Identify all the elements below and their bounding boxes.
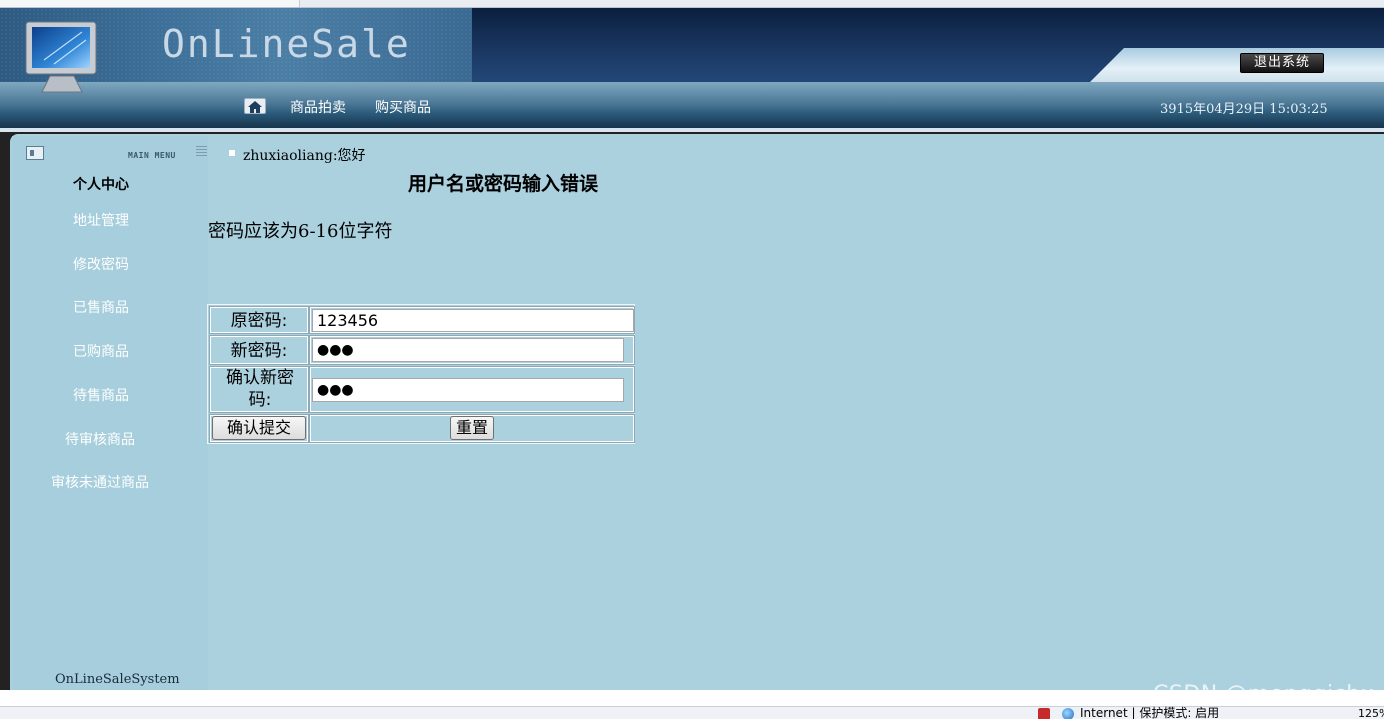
top-nav-bar: 商品拍卖 购买商品 3915年04月29日 15:03:25 xyxy=(0,82,1384,128)
sidebar-item-sold[interactable]: 已售商品 xyxy=(73,297,129,317)
logout-panel xyxy=(1090,48,1384,82)
sidebar-item-for-sale[interactable]: 待售商品 xyxy=(73,385,129,405)
bullet-icon xyxy=(229,150,235,156)
security-icon xyxy=(1038,708,1050,719)
nav-buy-link[interactable]: 购买商品 xyxy=(375,97,431,117)
new-password-input[interactable]: ●●● xyxy=(312,338,624,362)
browser-status-bar: Internet | 保护模式: 启用 125% xyxy=(0,706,1384,719)
old-password-input[interactable]: 123456 xyxy=(312,309,634,332)
menu-lines-icon xyxy=(196,146,207,158)
reset-button[interactable]: 重置 xyxy=(450,416,494,440)
site-header: OnLineSale 退出系统 商品拍卖 购买商品 3915年04月29日 15… xyxy=(0,8,1384,128)
zoom-level[interactable]: 125% xyxy=(1358,707,1384,719)
zone-status-text: Internet | 保护模式: 启用 xyxy=(1080,706,1220,719)
browser-tab-strip xyxy=(0,0,1384,8)
browser-window: OnLineSale 退出系统 商品拍卖 购买商品 3915年04月29日 15… xyxy=(0,0,1384,719)
error-title: 用户名或密码输入错误 xyxy=(408,173,599,195)
confirm-password-label-line1: 确认新密 xyxy=(226,368,294,388)
monitor-icon xyxy=(25,21,97,93)
sidebar-item-address[interactable]: 地址管理 xyxy=(73,210,129,230)
csdn-watermark: CSDN @mengqichx xyxy=(1153,682,1375,707)
confirm-password-label-line2: 码: xyxy=(248,390,272,410)
main-menu-caption: MAIN MENU xyxy=(128,151,176,160)
old-password-label: 原密码: xyxy=(209,306,309,334)
new-password-label: 新密码: xyxy=(209,335,309,365)
change-password-form: 原密码: 123456 新密码: ●●● 确认新密 码: ●●● 确认提交 重置 xyxy=(207,304,635,444)
submit-button[interactable]: 确认提交 xyxy=(212,416,306,440)
logout-button[interactable]: 退出系统 xyxy=(1240,53,1324,73)
sidebar-item-bought[interactable]: 已购商品 xyxy=(73,341,129,361)
sidebar-footer: OnLineSaleSystem xyxy=(55,672,180,687)
sidebar-item-change-password[interactable]: 修改密码 xyxy=(73,254,129,274)
sidebar-item-pending-review[interactable]: 待审核商品 xyxy=(65,429,135,449)
sidebar-item-review-rejected[interactable]: 审核未通过商品 xyxy=(51,472,149,492)
home-icon[interactable] xyxy=(244,98,266,114)
browser-tab[interactable] xyxy=(0,0,300,7)
menu-layout-icon xyxy=(26,146,44,160)
sidebar-title: 个人中心 xyxy=(73,177,129,193)
confirm-password-input[interactable]: ●●● xyxy=(312,378,624,402)
site-logo-text: OnLineSale xyxy=(162,22,411,66)
nav-auction-link[interactable]: 商品拍卖 xyxy=(290,97,346,117)
internet-zone-icon xyxy=(1062,708,1074,719)
current-datetime: 3915年04月29日 15:03:25 xyxy=(1160,102,1328,117)
user-greeting: zhuxiaoliang:您好 xyxy=(243,148,366,164)
error-detail: 密码应该为6-16位字符 xyxy=(208,221,393,242)
